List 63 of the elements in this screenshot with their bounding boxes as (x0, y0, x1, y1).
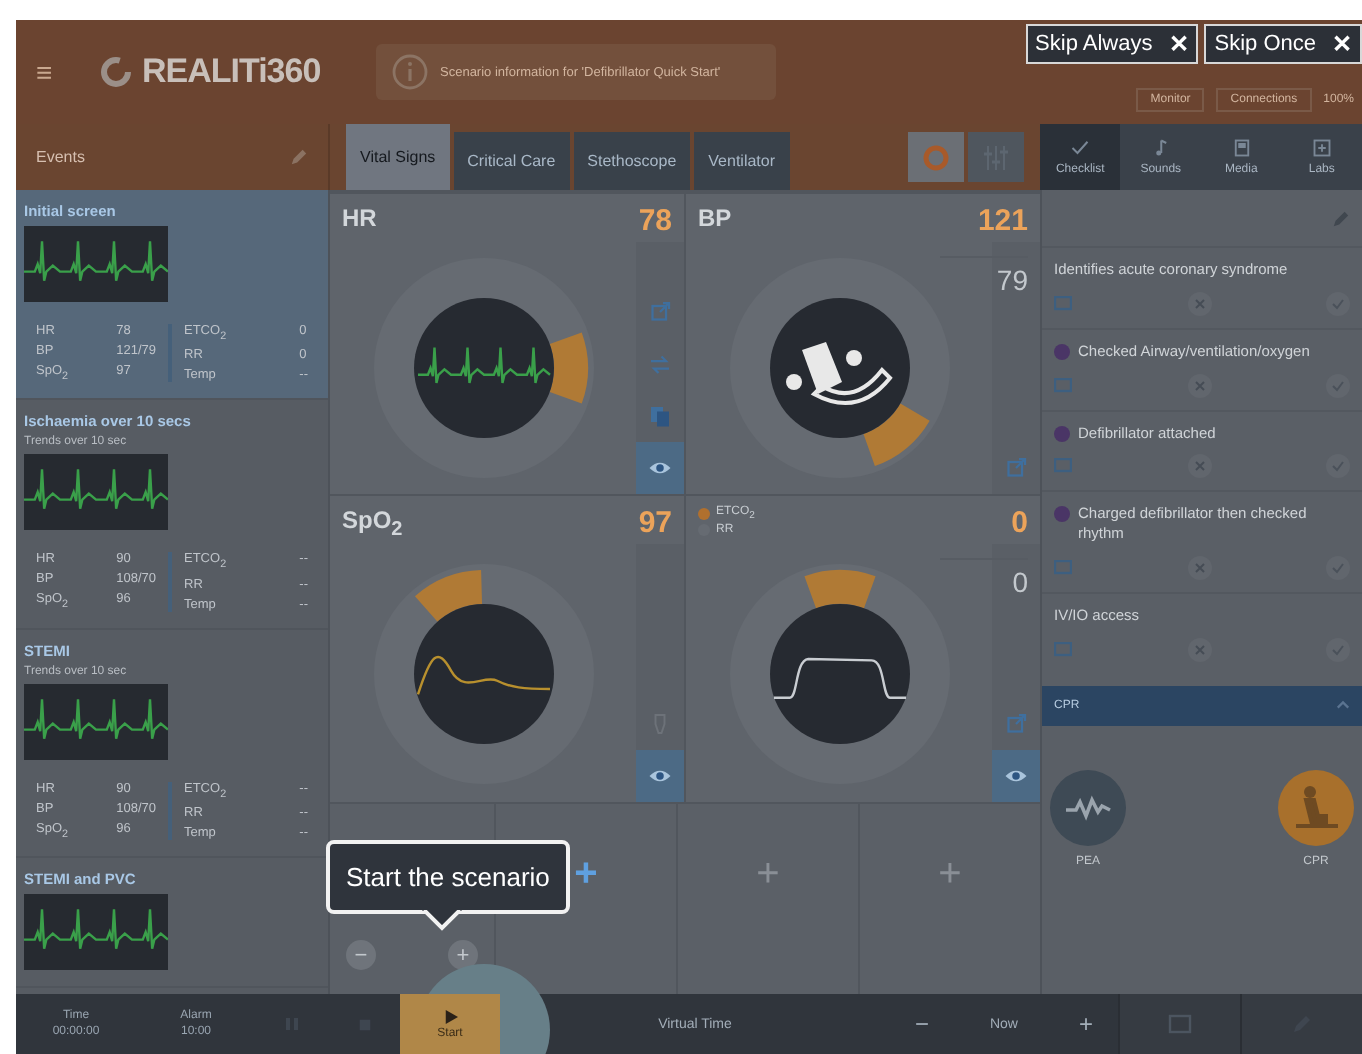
monitor-icon (1168, 1013, 1192, 1035)
vital-value: 121 (977, 204, 1028, 238)
play-icon (443, 1009, 457, 1023)
vital-value: 97 (638, 506, 672, 540)
fail-mark-icon[interactable] (1187, 454, 1211, 479)
music-note-icon (1150, 138, 1171, 158)
skip-button[interactable]: Skip Always ✕ (1025, 24, 1199, 64)
fail-mark-icon[interactable] (1187, 373, 1211, 397)
events-title: Events (36, 148, 85, 166)
popout-icon (648, 300, 672, 324)
comment-icon[interactable] (1054, 458, 1072, 475)
app-logo: REALITi360 (142, 52, 321, 92)
swap-arrows-icon (648, 352, 672, 376)
tab[interactable]: Ventilator (694, 132, 790, 190)
vital-label: HR (342, 204, 377, 232)
view-toggle[interactable] (968, 132, 1024, 182)
skip-button[interactable]: Skip Once ✕ (1204, 24, 1362, 64)
menu-icon[interactable]: ≡ (36, 56, 80, 88)
info-icon (392, 54, 428, 90)
logo-ring-icon (100, 56, 132, 88)
vital-value: 0 (1011, 506, 1028, 540)
increase-button[interactable]: + (448, 940, 478, 970)
decrease-time-button[interactable]: − (890, 994, 954, 1054)
toolbar-icon-button[interactable] (1118, 994, 1240, 1054)
popout-icon (1004, 456, 1028, 480)
waveform-drawing (415, 654, 549, 694)
vital-value: 78 (638, 204, 672, 238)
media-icon (1231, 138, 1252, 158)
ring-gauge-icon (922, 143, 950, 171)
toolbar-icon-button[interactable] (1240, 994, 1362, 1054)
ecg-trace (24, 697, 168, 740)
pea-rhythm-icon (1050, 769, 1126, 845)
tab[interactable]: Critical Care (453, 132, 570, 190)
comment-icon[interactable] (1054, 295, 1072, 312)
ecg-trace (24, 240, 168, 282)
fail-mark-icon[interactable] (1187, 291, 1211, 316)
comment-icon[interactable] (1054, 641, 1072, 657)
popout-icon (1004, 712, 1028, 736)
tab[interactable]: Vital Signs (346, 124, 450, 190)
waveform-drawing (417, 346, 550, 385)
vital-tool-button[interactable] (992, 750, 1040, 802)
vital-label: BP (698, 204, 732, 232)
decrease-button[interactable]: − (346, 940, 376, 970)
vital-tool-button[interactable] (636, 442, 684, 494)
ecg-trace (24, 907, 168, 950)
view-toggle[interactable] (908, 132, 964, 182)
ecg-trace (24, 468, 168, 511)
tab[interactable]: Stethoscope (573, 132, 691, 190)
cpr-figure-icon (1278, 769, 1354, 845)
copy-icon (648, 404, 672, 428)
vital-tool-button[interactable] (636, 750, 684, 802)
fail-mark-icon[interactable] (1187, 637, 1211, 661)
vital-label: SpO$_{2}$ (342, 506, 403, 541)
fail-mark-icon[interactable] (1187, 555, 1211, 580)
edit-pencil-icon[interactable] (290, 148, 308, 166)
check-icon (1070, 138, 1091, 158)
lab-icon (1311, 138, 1332, 158)
waveform-drawing (773, 656, 905, 698)
comment-icon[interactable] (1054, 559, 1072, 576)
increase-time-button[interactable]: + (1054, 994, 1118, 1054)
edit-pencil-icon[interactable] (1332, 209, 1350, 227)
tooltip-pointer (422, 910, 462, 932)
comment-icon[interactable] (1054, 377, 1072, 393)
